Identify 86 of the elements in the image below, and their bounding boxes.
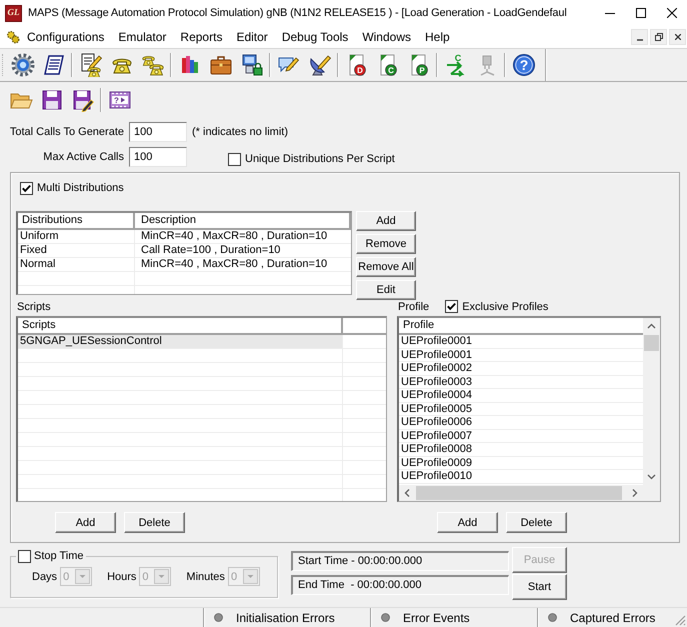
section-label: Profile <box>397 301 430 315</box>
table-cell[interactable]: Fixed <box>18 244 135 257</box>
list-item[interactable]: UEProfile0001 <box>399 335 643 348</box>
field-label: Hours <box>107 570 136 582</box>
table-cell[interactable]: Call Rate=100 , Duration=10 <box>135 244 351 257</box>
section-label: Scripts <box>16 301 52 315</box>
logo: GL <box>5 4 22 22</box>
computer-lock-icon[interactable] <box>240 53 264 77</box>
field-label: Max Active Calls <box>42 151 124 163</box>
dish-pencil-icon[interactable] <box>308 53 332 77</box>
save-icon[interactable] <box>40 88 64 112</box>
status-label: Captured Errors <box>570 610 656 624</box>
minimize-icon <box>604 12 614 14</box>
remove-all-button[interactable]: Remove All <box>356 257 416 277</box>
status-dot-icon <box>214 613 223 622</box>
time-field: Start Time - 00:00:00.000 <box>291 551 509 571</box>
checkbox[interactable] <box>445 300 458 313</box>
maximize-icon <box>636 8 646 18</box>
add-button[interactable]: Add <box>356 211 416 231</box>
list-item[interactable]: UEProfile0008 <box>399 443 643 456</box>
table-cell[interactable]: MinCR=40 , MaxCR=80 , Duration=10 <box>135 230 351 243</box>
scroll-thumb[interactable] <box>644 335 659 351</box>
text-field[interactable]: 100 <box>129 122 187 142</box>
menu-item[interactable]: Debug Tools <box>282 30 356 44</box>
checkbox-label: Exclusive Profiles <box>462 300 548 312</box>
checkbox-label: Stop Time <box>34 550 84 563</box>
menu-item[interactable]: Windows <box>362 30 418 44</box>
text-field[interactable]: 100 <box>129 147 187 167</box>
start-button[interactable]: Start <box>512 574 567 600</box>
menu-item[interactable]: Help <box>425 30 457 44</box>
gears-icon[interactable] <box>6 30 20 44</box>
close-icon <box>666 8 676 18</box>
close-icon <box>674 34 680 40</box>
field-label: Days <box>32 570 58 582</box>
status-dot-icon <box>548 613 557 622</box>
add-button[interactable]: Add <box>437 512 498 533</box>
vertical-scrollbar[interactable] <box>643 318 660 485</box>
list-item[interactable]: UEProfile0004 <box>399 389 643 402</box>
table-cell[interactable]: MinCR=40 , MaxCR=80 , Duration=10 <box>135 258 351 271</box>
close-button[interactable] <box>669 29 686 45</box>
gear-icon[interactable] <box>10 53 34 77</box>
delete-button[interactable]: Delete <box>506 512 567 533</box>
list-item[interactable]: UEProfile0006 <box>399 416 643 430</box>
list-item[interactable]: UEProfile0005 <box>399 402 643 416</box>
hint-text: (* indicates no limit) <box>192 126 288 138</box>
status-dot-icon <box>381 613 390 622</box>
delete-button[interactable]: Delete <box>124 512 185 533</box>
field-label: Minutes <box>186 570 225 582</box>
time-field: End Time - 00:00:00.000 <box>291 575 509 595</box>
table-cell[interactable]: 5GNGAP_UESessionControl <box>18 335 343 348</box>
list-item[interactable]: UEProfile0009 <box>399 456 643 470</box>
column-header[interactable]: Profile <box>399 318 643 335</box>
save-pencil-icon[interactable] <box>70 88 94 112</box>
menu-item[interactable]: Reports <box>180 30 230 44</box>
checkbox[interactable] <box>228 152 241 166</box>
scroll-thumb[interactable] <box>416 486 622 500</box>
document-phone-icon[interactable] <box>78 53 102 77</box>
phones-icon[interactable] <box>140 53 164 77</box>
status-label: Error Events <box>403 610 470 624</box>
minimize-button[interactable] <box>631 29 648 45</box>
status-label: Initialisation Errors <box>236 610 335 624</box>
checkbox-label: Multi Distributions <box>37 182 124 194</box>
menu-item[interactable]: Editor <box>236 30 275 44</box>
field-label: Total Calls To Generate <box>8 126 124 138</box>
minimize-icon <box>636 39 642 41</box>
list-item[interactable]: UEProfile0001 <box>399 348 643 362</box>
menu-item[interactable]: Configurations <box>27 30 112 44</box>
restore-icon <box>654 33 662 41</box>
table-cell[interactable]: Normal <box>18 258 135 271</box>
table-cell[interactable]: Uniform <box>18 230 135 243</box>
list-item[interactable]: UEProfile0010 <box>399 470 643 484</box>
checkbox[interactable] <box>20 182 33 194</box>
add-button[interactable]: Add <box>55 512 116 533</box>
restore-button[interactable] <box>650 29 667 45</box>
window-title: MAPS (Message Automation Protocol Simulation) gNB (N1N2 RELEASE15 ) - [Load Generation - LoadGendefaul <box>28 7 567 19</box>
checkbox-label: Unique Distributions Per Script <box>245 153 395 165</box>
list-item[interactable]: UEProfile0002 <box>399 362 643 376</box>
resize-grip-icon[interactable] <box>675 615 686 626</box>
remove-button[interactable]: Remove <box>356 234 416 254</box>
list-item[interactable]: UEProfile0007 <box>399 430 643 443</box>
list-item[interactable]: UEProfile0003 <box>399 376 643 389</box>
edit-button[interactable]: Edit <box>356 280 416 300</box>
notebook-icon[interactable] <box>42 53 66 77</box>
help-icon[interactable]: ? <box>512 53 536 77</box>
checkbox[interactable] <box>18 550 31 563</box>
menu-item[interactable]: Emulator <box>118 30 174 44</box>
